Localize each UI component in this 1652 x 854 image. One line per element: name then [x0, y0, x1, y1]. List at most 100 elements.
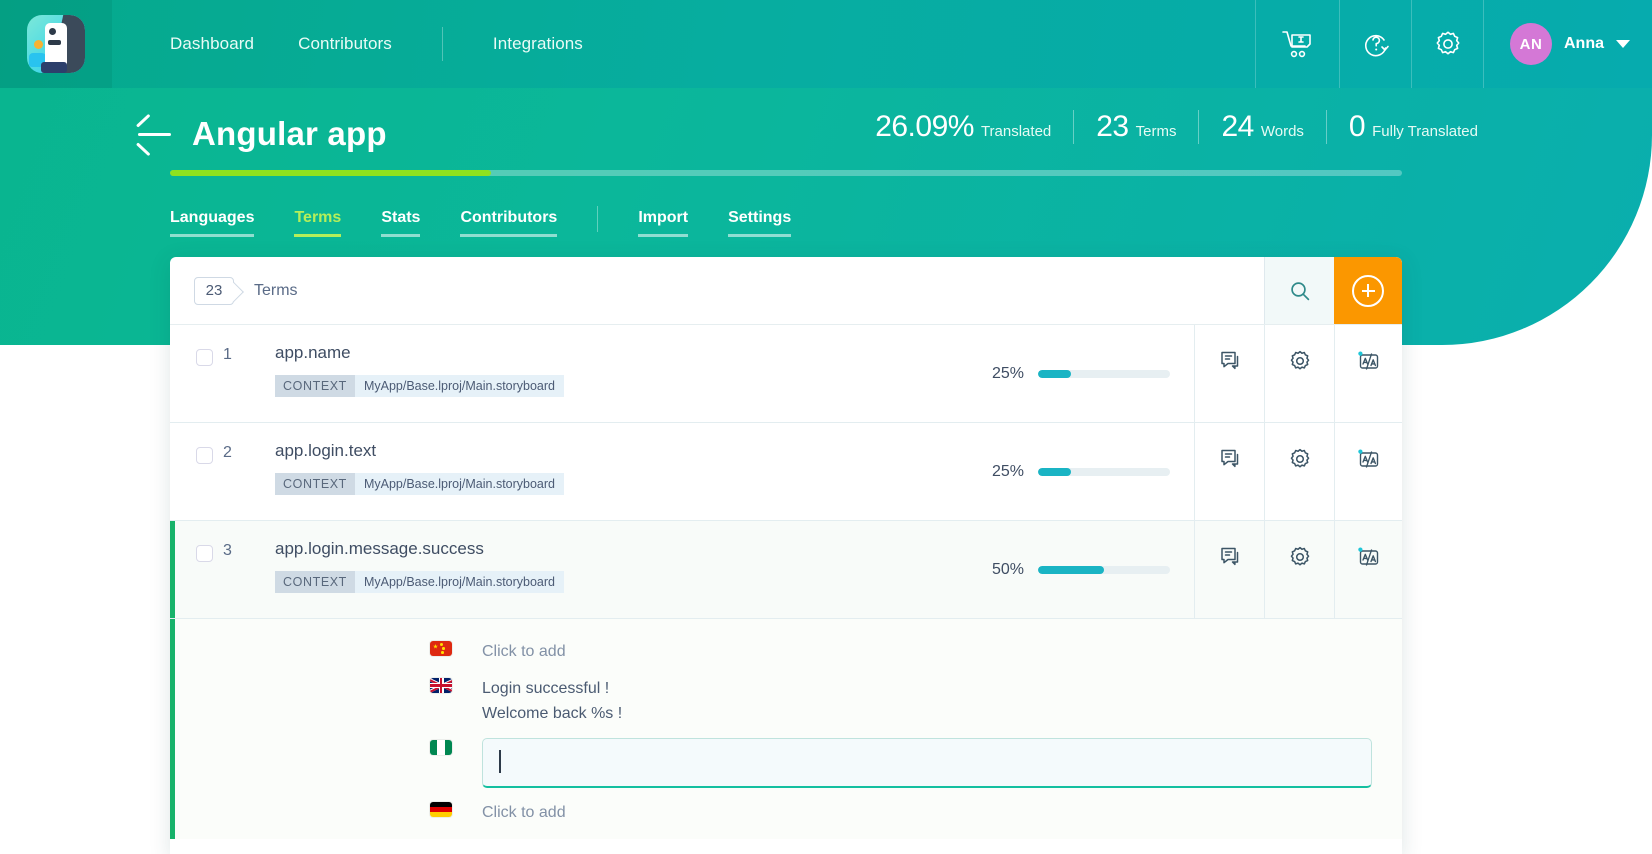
- cart-icon: [1281, 29, 1315, 59]
- tab-terms[interactable]: Terms: [294, 209, 342, 237]
- user-name: Anna: [1564, 35, 1604, 52]
- translate-button[interactable]: [1334, 325, 1402, 422]
- nav-right-actions: AN Anna: [1255, 0, 1652, 88]
- table-row[interactable]: 3 app.login.message.success CONTEXT MyAp…: [170, 521, 1402, 619]
- add-term-button[interactable]: [1334, 257, 1402, 324]
- term-key[interactable]: app.login.message.success: [275, 539, 978, 559]
- gear-icon: [1288, 447, 1312, 471]
- translation-row-german[interactable]: Click to add: [170, 794, 1402, 831]
- settings-button[interactable]: [1411, 0, 1483, 88]
- stat-fully-translated: 0 Fully Translated: [1327, 110, 1500, 144]
- tab-import[interactable]: Import: [638, 209, 689, 237]
- term-main: 2 app.login.text CONTEXT MyApp/Base.lpro…: [170, 423, 1194, 520]
- back-arrow-icon[interactable]: [135, 113, 172, 157]
- tab-divider: [597, 206, 599, 232]
- row-checkbox[interactable]: [196, 447, 213, 464]
- nav-item-contributors[interactable]: Contributors: [276, 0, 414, 88]
- poeditor-logo-icon: [27, 15, 85, 73]
- translations-panel: Click to add Login successful ! Welcome …: [170, 619, 1402, 839]
- translation-empty-label[interactable]: Click to add: [460, 800, 566, 825]
- tab-contributors[interactable]: Contributors: [460, 209, 558, 237]
- stat-terms-label: Terms: [1135, 123, 1177, 140]
- translation-row-chinese[interactable]: Click to add: [170, 633, 1402, 670]
- top-navigation-bar: Dashboard Contributors Integrations AN A…: [0, 0, 1652, 88]
- nav-item-integrations[interactable]: Integrations: [471, 0, 605, 88]
- page-root: Dashboard Contributors Integrations AN A…: [0, 0, 1652, 854]
- term-info: app.login.message.success CONTEXT MyApp/…: [275, 539, 978, 600]
- terms-filter[interactable]: 23 Terms: [170, 257, 1264, 324]
- term-settings-button[interactable]: [1264, 521, 1334, 618]
- term-settings-button[interactable]: [1264, 325, 1334, 422]
- app-logo[interactable]: [0, 0, 112, 88]
- project-progress-fill: [170, 170, 492, 176]
- primary-nav-links: Dashboard Contributors Integrations: [112, 0, 1255, 88]
- term-key[interactable]: app.login.text: [275, 441, 978, 461]
- comments-button[interactable]: [1194, 521, 1264, 618]
- row-index: 2: [223, 444, 232, 461]
- term-progress-label: 50%: [991, 561, 1024, 578]
- translation-row-english[interactable]: Login successful ! Welcome back %s !: [170, 670, 1402, 732]
- china-flag-icon: [430, 641, 452, 656]
- terms-card: 23 Terms 1 app.name CONTEXT MyApp/Base.l…: [170, 257, 1402, 854]
- translate-button[interactable]: [1334, 423, 1402, 520]
- term-context: CONTEXT MyApp/Base.lproj/Main.storyboard: [275, 473, 978, 495]
- gear-icon: [1433, 29, 1463, 59]
- project-title-row: Angular app: [135, 113, 387, 157]
- term-key[interactable]: app.name: [275, 343, 978, 363]
- comment-icon: [1218, 545, 1242, 569]
- nav-item-dashboard[interactable]: Dashboard: [148, 0, 276, 88]
- term-main: 3 app.login.message.success CONTEXT MyAp…: [170, 521, 1194, 618]
- row-checkbox[interactable]: [196, 349, 213, 366]
- term-settings-button[interactable]: [1264, 423, 1334, 520]
- term-progress-bar: [1038, 468, 1170, 476]
- search-button[interactable]: [1264, 257, 1334, 324]
- row-index: 3: [223, 542, 232, 559]
- comment-icon: [1218, 349, 1242, 373]
- user-menu[interactable]: AN Anna: [1483, 0, 1652, 88]
- term-main: 1 app.name CONTEXT MyApp/Base.lproj/Main…: [170, 325, 1194, 422]
- stat-words: 24 Words: [1199, 110, 1325, 144]
- translate-icon: [1356, 349, 1382, 375]
- stat-translated-value: 26.09%: [875, 110, 974, 143]
- term-progress: 25%: [978, 441, 1194, 502]
- project-tabs: Languages Terms Stats Contributors Impor…: [170, 206, 831, 240]
- translate-icon: [1356, 447, 1382, 473]
- tab-settings[interactable]: Settings: [728, 209, 792, 237]
- stat-terms-value: 23: [1096, 110, 1129, 143]
- term-context: CONTEXT MyApp/Base.lproj/Main.storyboard: [275, 375, 978, 397]
- translation-row-nigeria[interactable]: [170, 732, 1402, 794]
- comments-button[interactable]: [1194, 423, 1264, 520]
- tab-languages[interactable]: Languages: [170, 209, 255, 237]
- table-row[interactable]: 2 app.login.text CONTEXT MyApp/Base.lpro…: [170, 423, 1402, 521]
- uk-flag-icon: [430, 678, 452, 693]
- translation-text[interactable]: Login successful ! Welcome back %s !: [460, 676, 622, 726]
- comments-button[interactable]: [1194, 325, 1264, 422]
- help-button[interactable]: [1339, 0, 1411, 88]
- nav-divider: [441, 27, 443, 61]
- tab-stats[interactable]: Stats: [381, 209, 421, 237]
- germany-flag-icon: [430, 802, 452, 817]
- table-row[interactable]: 1 app.name CONTEXT MyApp/Base.lproj/Main…: [170, 325, 1402, 423]
- text-caret: [499, 750, 501, 773]
- translation-input[interactable]: [482, 738, 1372, 788]
- translate-button[interactable]: [1334, 521, 1402, 618]
- context-path: MyApp/Base.lproj/Main.storyboard: [354, 571, 564, 593]
- translation-empty-label[interactable]: Click to add: [460, 639, 566, 664]
- term-progress-fill: [1038, 468, 1071, 476]
- translate-icon: [1356, 545, 1382, 571]
- row-checkbox[interactable]: [196, 545, 213, 562]
- avatar: AN: [1510, 23, 1552, 65]
- gear-icon: [1288, 545, 1312, 569]
- translation-line-1: Login successful !: [482, 680, 610, 697]
- term-progress-fill: [1038, 370, 1071, 378]
- term-info: app.name CONTEXT MyApp/Base.lproj/Main.s…: [275, 343, 978, 404]
- search-icon: [1289, 280, 1311, 302]
- translation-line-2: Welcome back %s !: [482, 705, 623, 722]
- comment-icon: [1218, 447, 1242, 471]
- terms-count-badge[interactable]: 23: [194, 276, 234, 305]
- terms-toolbar: 23 Terms: [170, 257, 1402, 325]
- term-progress: 25%: [978, 343, 1194, 404]
- term-progress: 50%: [978, 539, 1194, 600]
- context-path: MyApp/Base.lproj/Main.storyboard: [354, 375, 564, 397]
- cart-button[interactable]: [1255, 0, 1339, 88]
